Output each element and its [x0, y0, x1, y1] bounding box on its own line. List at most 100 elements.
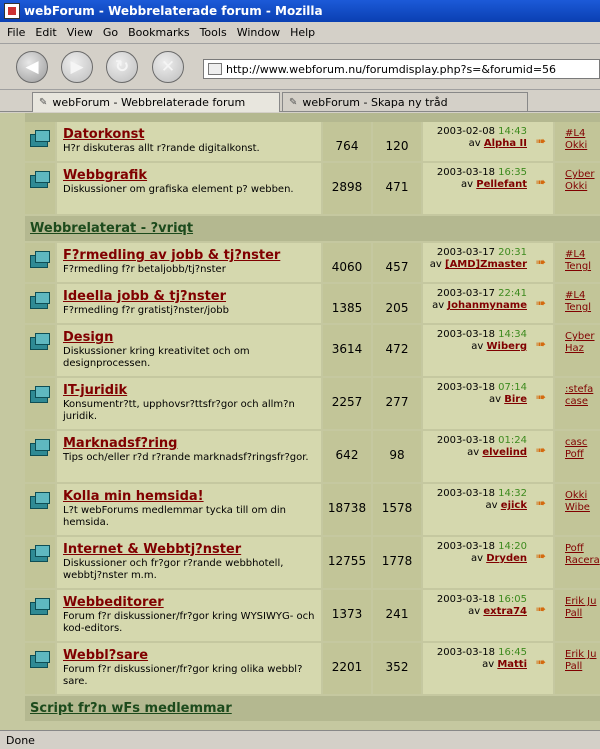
last-post-date: 2003-02-08 [436, 126, 495, 137]
last-poster-link[interactable]: Pellefant [476, 179, 527, 190]
menu-bar: File Edit View Go Bookmarks Tools Window… [0, 22, 600, 44]
menu-edit[interactable]: Edit [30, 26, 61, 39]
moderator-link[interactable]: Cyber [565, 169, 600, 181]
moderator-link[interactable]: #L4 [565, 290, 600, 302]
moderator-link[interactable]: Pall [565, 661, 600, 673]
address-bar[interactable]: http://www.webforum.nu/forumdisplay.php?… [203, 59, 600, 79]
forum-link[interactable]: Internet & Webbtj?nster [63, 542, 315, 557]
thread-count: 3614 [323, 325, 373, 376]
reload-button[interactable]: ↻ [106, 51, 138, 83]
forum-link[interactable]: Webbgrafik [63, 168, 315, 183]
by-label: av [485, 500, 498, 511]
moderator-link[interactable]: Okki [565, 490, 600, 502]
folder-icon [30, 439, 52, 457]
moderator-link[interactable]: Haz [565, 343, 600, 355]
category-header[interactable]: Webbrelaterat - ?vriqt [25, 216, 600, 243]
forum-description: F?rmedling f?r gratistj?nster/jobb [63, 305, 229, 316]
last-post-date: 2003-03-18 [436, 167, 495, 178]
go-to-last-post-icon[interactable]: ➠ [536, 549, 546, 563]
folder-icon [30, 130, 52, 148]
moderator-link[interactable]: Okki [565, 140, 600, 152]
moderators-cell: Cyber Haz [555, 325, 600, 376]
last-poster-link[interactable]: Dryden [486, 553, 527, 564]
last-poster-link[interactable]: Wiberg [487, 341, 528, 352]
menu-help[interactable]: Help [285, 26, 320, 39]
moderator-link[interactable]: Wibe [565, 502, 600, 514]
last-post-date: 2003-03-17 [436, 247, 495, 258]
go-to-last-post-icon[interactable]: ➠ [536, 337, 546, 351]
moderator-link[interactable]: Erik Ju [565, 649, 600, 661]
last-post-cell: 2003-03-18 16:35 av Pellefant ➠ [423, 163, 555, 214]
moderators-cell: Okki Wibe [555, 484, 600, 535]
forum-link[interactable]: Webbeditorer [63, 595, 315, 610]
forum-description: Diskussioner om grafiska element p? webb… [63, 184, 294, 195]
last-poster-link[interactable]: Johanmyname [447, 300, 527, 311]
moderators-cell: :stefa case [555, 378, 600, 429]
moderator-link[interactable]: #L4 [565, 249, 600, 261]
last-poster-link[interactable]: [AMD]Zmaster [445, 259, 527, 270]
menu-tools[interactable]: Tools [195, 26, 232, 39]
go-to-last-post-icon[interactable]: ➠ [536, 390, 546, 404]
forward-button[interactable]: ▶ [61, 51, 93, 83]
forum-info-cell: Webbgrafik Diskussioner om grafiska eleme… [57, 163, 323, 214]
forum-link[interactable]: Marknadsf?ring [63, 436, 315, 451]
category-header[interactable]: Script fr?n wFs medlemmar [25, 696, 600, 723]
back-button[interactable]: ◀ [16, 51, 48, 83]
last-poster-link[interactable]: Alpha II [484, 138, 527, 149]
moderator-link[interactable]: Okki [565, 181, 600, 193]
menu-window[interactable]: Window [232, 26, 285, 39]
forum-link[interactable]: Datorkonst [63, 127, 315, 142]
moderator-link[interactable]: casc [565, 437, 600, 449]
folder-icon [30, 251, 52, 269]
go-to-last-post-icon[interactable]: ➠ [536, 175, 546, 189]
moderator-link[interactable]: #L4 [565, 128, 600, 140]
moderator-link[interactable]: Tengl [565, 302, 600, 314]
go-to-last-post-icon[interactable]: ➠ [536, 655, 546, 669]
moderator-link[interactable]: Pall [565, 608, 600, 620]
forum-link[interactable]: IT-juridik [63, 383, 315, 398]
moderator-link[interactable]: Poff [565, 543, 600, 555]
forum-link[interactable]: Design [63, 330, 315, 345]
thread-count: 1373 [323, 590, 373, 641]
forum-link[interactable]: F?rmedling av jobb & tj?nster [63, 248, 315, 263]
forum-link[interactable]: Webbl?sare [63, 648, 315, 663]
by-label: av [482, 659, 495, 670]
last-poster-link[interactable]: elvelind [482, 447, 527, 458]
menu-view[interactable]: View [62, 26, 98, 39]
post-count: 457 [373, 243, 423, 282]
moderator-link[interactable]: Erik Ju [565, 596, 600, 608]
last-poster-link[interactable]: Bire [504, 394, 527, 405]
last-poster-link[interactable]: extra74 [483, 606, 527, 617]
go-to-last-post-icon[interactable]: ➠ [536, 443, 546, 457]
folder-icon [30, 492, 52, 510]
last-post-time: 14:43 [498, 126, 527, 137]
stop-button[interactable]: ✕ [152, 51, 184, 83]
last-poster-link[interactable]: Matti [497, 659, 527, 670]
page-content: Datorkonst H?r diskuteras allt r?rande di… [0, 113, 600, 730]
go-to-last-post-icon[interactable]: ➠ [536, 496, 546, 510]
go-to-last-post-icon[interactable]: ➠ [536, 255, 546, 269]
forum-link[interactable]: Ideella jobb & tj?nster [63, 289, 315, 304]
by-label: av [429, 259, 442, 270]
last-poster-link[interactable]: ejick [501, 500, 527, 511]
tab-new-thread[interactable]: ✎ webForum - Skapa ny tråd [282, 92, 528, 112]
moderator-link[interactable]: Racera [565, 555, 600, 567]
menu-go[interactable]: Go [98, 26, 123, 39]
folder-icon [30, 651, 52, 669]
menu-file[interactable]: File [2, 26, 30, 39]
forum-link[interactable]: Kolla min hemsida! [63, 489, 315, 504]
moderator-link[interactable]: Cyber [565, 331, 600, 343]
go-to-last-post-icon[interactable]: ➠ [536, 134, 546, 148]
go-to-last-post-icon[interactable]: ➠ [536, 602, 546, 616]
go-to-last-post-icon[interactable]: ➠ [536, 296, 546, 310]
tab-page-icon: ✎ [289, 97, 298, 108]
moderator-link[interactable]: Tengl [565, 261, 600, 273]
moderator-link[interactable]: case [565, 396, 600, 408]
last-post-time: 16:45 [498, 647, 527, 658]
last-post-time: 22:41 [498, 288, 527, 299]
menu-bookmarks[interactable]: Bookmarks [123, 26, 194, 39]
moderator-link[interactable]: :stefa [565, 384, 600, 396]
moderator-link[interactable]: Poff [565, 449, 600, 461]
last-post-cell: 2003-03-18 16:45 av Matti ➠ [423, 643, 555, 694]
tab-forum[interactable]: ✎ webForum - Webbrelaterade forum [32, 92, 280, 112]
